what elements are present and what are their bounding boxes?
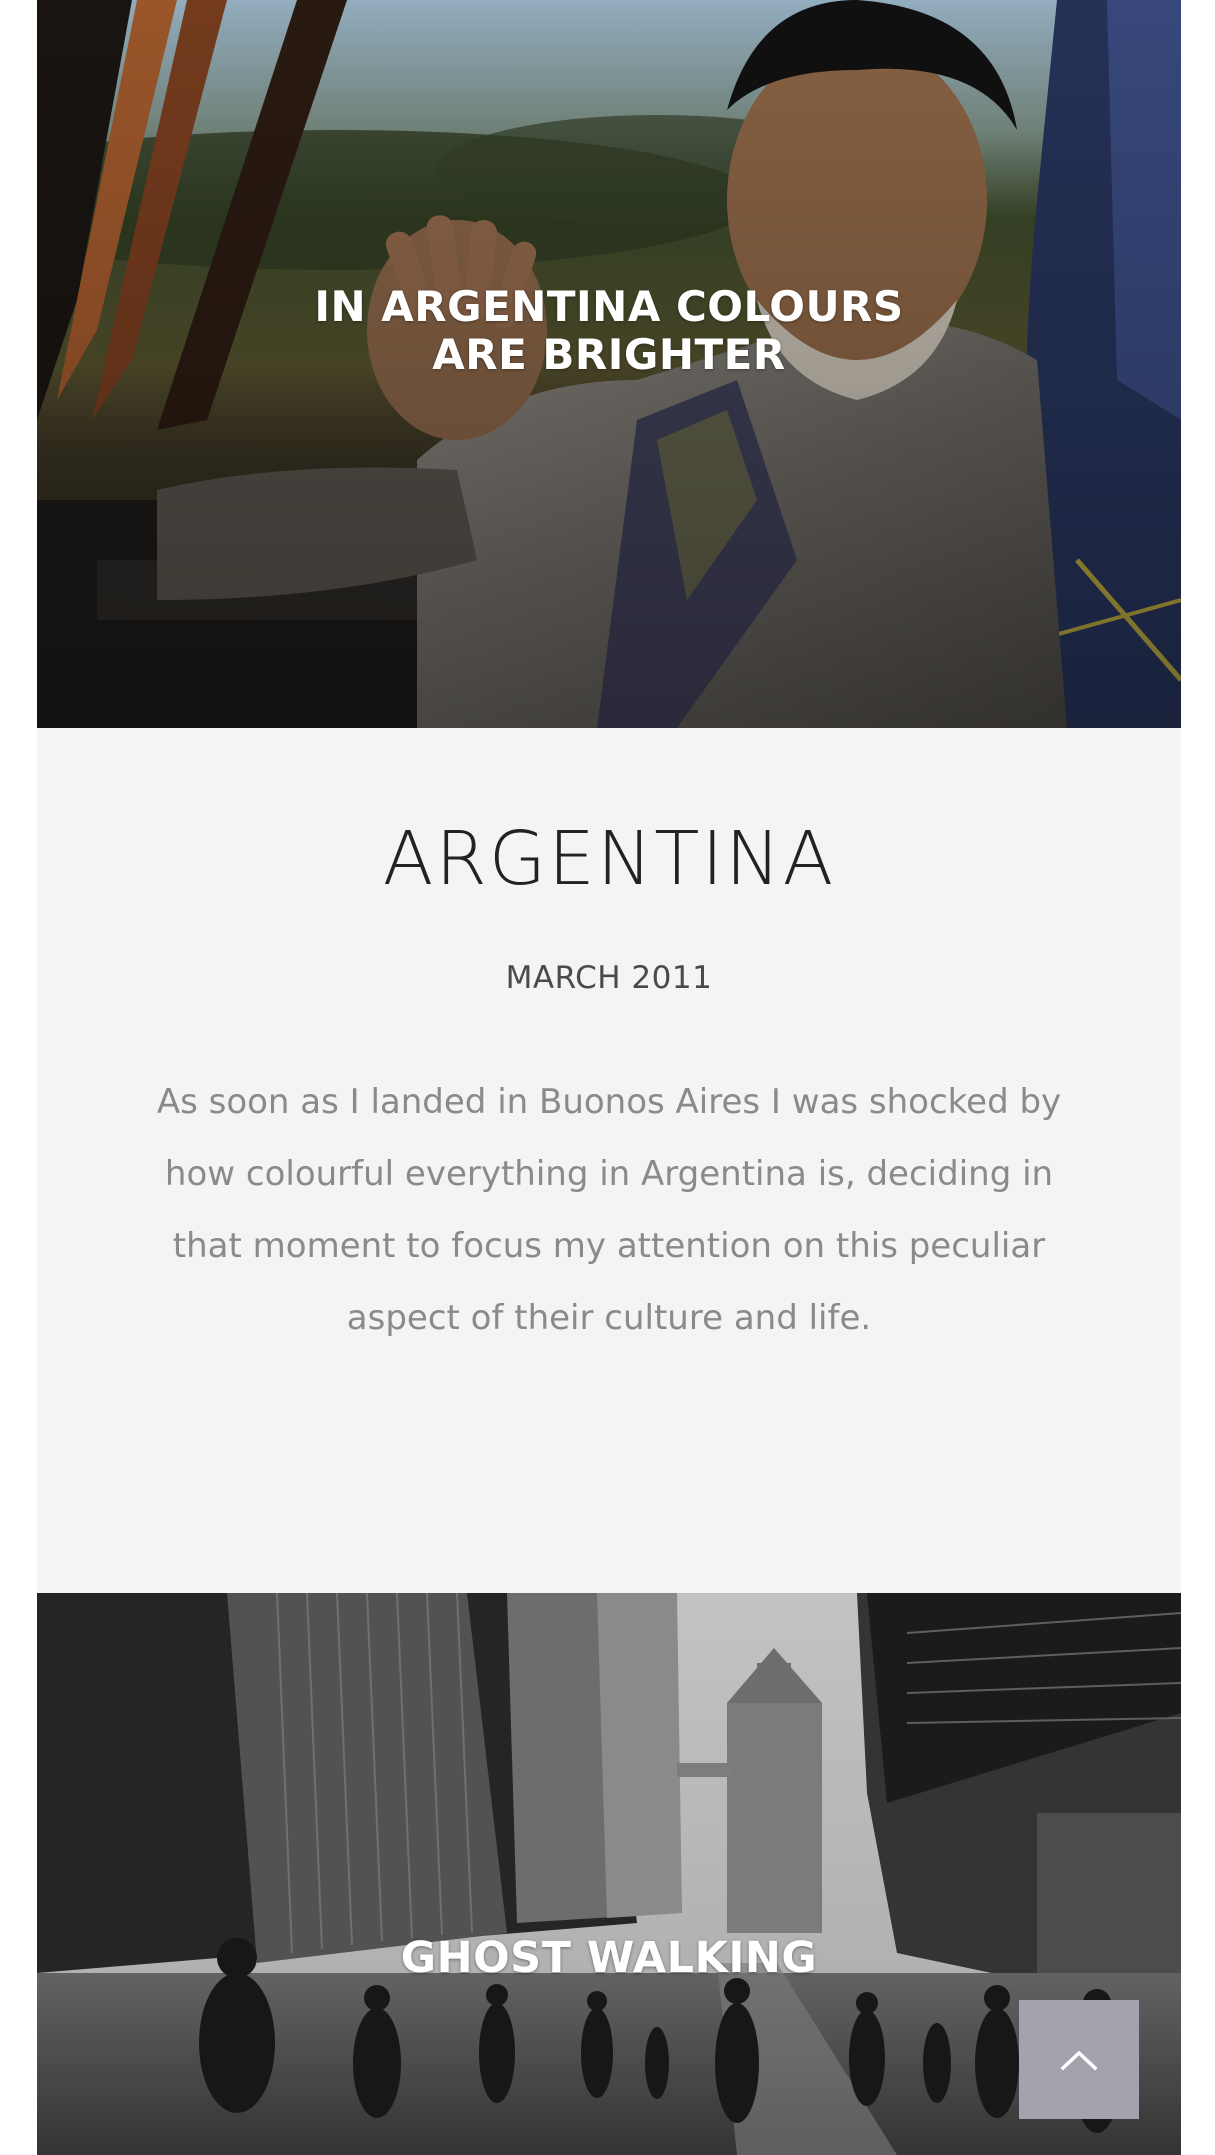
hero-title: IN ARGENTINA COLOURS ARE BRIGHTER [37, 283, 1181, 379]
next-post-title: GHOST WALKING [400, 1933, 818, 1983]
hero-title-line-1: IN ARGENTINA COLOURS [314, 282, 904, 331]
chevron-up-icon [1060, 2050, 1098, 2070]
next-post-card[interactable]: GHOST WALKING [37, 1593, 1181, 2155]
back-to-top-button[interactable] [1019, 2000, 1139, 2119]
article-section: ARGENTINA MARCH 2011 As soon as I landed… [37, 728, 1181, 1593]
hero-title-line-2: ARE BRIGHTER [432, 330, 786, 379]
article-date: MARCH 2011 [505, 960, 713, 996]
hero-argentina[interactable]: IN ARGENTINA COLOURS ARE BRIGHTER [37, 0, 1181, 728]
next-post-photo [37, 1593, 1181, 2155]
content-column: IN ARGENTINA COLOURS ARE BRIGHTER ARGENT… [37, 0, 1181, 2155]
article-title: ARGENTINA [382, 816, 836, 902]
article-body: As soon as I landed in Buonos Aires I wa… [156, 1082, 1062, 1338]
page: IN ARGENTINA COLOURS ARE BRIGHTER ARGENT… [0, 0, 1215, 2155]
